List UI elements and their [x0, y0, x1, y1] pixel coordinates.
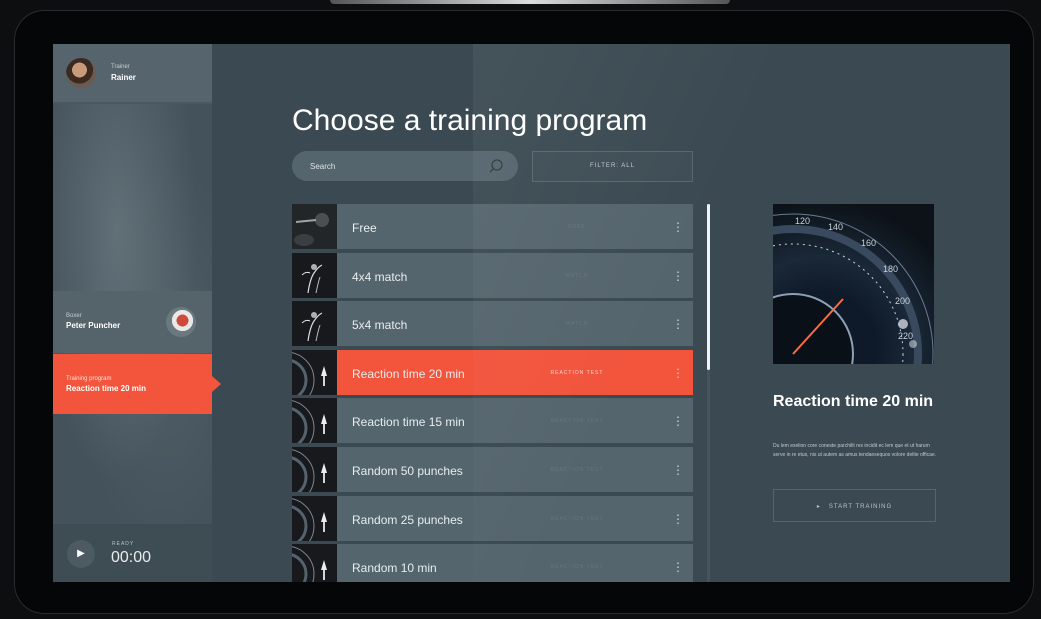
program-row[interactable]: Free FREE ⋮	[292, 204, 693, 249]
program-row-label: Reaction time 20 min	[352, 366, 465, 381]
more-options-icon[interactable]: ⋮	[672, 315, 684, 333]
timer-display: 00:00	[111, 549, 152, 566]
program-thumbnail	[292, 349, 337, 395]
program-detail-description: Du lem exelion core coneste parchilit re…	[773, 443, 937, 458]
program-thumbnail	[292, 204, 337, 249]
program-row-label: 5x4 match	[352, 318, 408, 333]
more-options-icon[interactable]: ⋮	[672, 558, 684, 576]
ready-panel: ▶ READY 00:00	[53, 524, 212, 582]
gauge-number: 180	[883, 264, 898, 274]
status-label: READY	[112, 541, 135, 547]
search-icon[interactable]	[488, 158, 504, 174]
program-row-type: REACTION TEST	[550, 564, 604, 571]
program-row-label: Random 25 punches	[352, 512, 463, 527]
program-row[interactable]: Reaction time 15 min REACTION TEST ⋮	[292, 398, 693, 444]
program-row-type: MATCH	[565, 321, 589, 328]
training-program-card[interactable]: Training program Reaction time 20 min	[53, 354, 212, 414]
more-options-icon[interactable]: ⋮	[672, 267, 684, 285]
program-row-label: Random 10 min	[352, 561, 437, 576]
more-options-icon[interactable]: ⋮	[672, 218, 684, 236]
program-row-type: REACTION TEST	[550, 467, 604, 473]
filter-label: FILTER: ALL	[590, 163, 635, 169]
scrollbar-thumb[interactable]	[707, 204, 710, 370]
gauge-number: 140	[828, 222, 843, 232]
selection-arrow-icon	[212, 376, 221, 392]
filter-button[interactable]: FILTER: ALL	[532, 151, 693, 182]
program-thumbnail	[292, 544, 337, 582]
play-button[interactable]: ▶	[67, 540, 95, 568]
program-thumbnail	[292, 398, 337, 444]
program-row-label: Reaction time 15 min	[352, 415, 465, 430]
program-row-type: FREE	[568, 224, 586, 230]
gauge-number: 160	[861, 238, 876, 248]
more-options-icon[interactable]: ⋮	[672, 510, 684, 528]
boxer-card[interactable]: Boxer Peter Puncher	[53, 291, 212, 353]
program-thumbnail	[292, 252, 337, 298]
program-row-type: REACTION TEST	[550, 515, 604, 522]
start-training-label: ▸ START TRAINING	[774, 503, 935, 510]
program-thumbnail	[292, 301, 337, 347]
program-role-label: Training program	[66, 376, 112, 382]
boxer-role-label: Boxer	[66, 313, 82, 319]
device-top-glow	[330, 0, 730, 4]
program-row-label: Free	[352, 221, 377, 235]
gauge-number: 200	[895, 296, 910, 306]
more-options-icon[interactable]: ⋮	[672, 364, 684, 382]
program-row-type: REACTION TEST	[550, 418, 604, 425]
page-title: Choose a training program	[292, 104, 648, 137]
trainer-role-label: Trainer	[111, 64, 130, 70]
trainer-name: Rainer	[111, 73, 136, 82]
boxer-name: Peter Puncher	[66, 321, 121, 330]
more-options-icon[interactable]: ⋮	[672, 412, 684, 430]
program-row-type: REACTION TEST	[550, 369, 604, 376]
program-thumbnail	[292, 447, 337, 492]
play-icon: ▸	[816, 504, 829, 510]
program-row[interactable]: Random 10 min REACTION TEST ⋮	[292, 544, 693, 582]
gauge-number: 120	[795, 216, 810, 226]
program-name: Reaction time 20 min	[66, 384, 147, 393]
start-training-text: START TRAINING	[828, 504, 893, 510]
program-thumbnail	[292, 495, 337, 541]
search-placeholder: Search	[310, 162, 336, 171]
trainer-card[interactable]: Trainer Rainer	[53, 44, 212, 102]
program-row-label: 4x4 match	[352, 269, 408, 284]
search-input[interactable]: Search	[292, 151, 518, 181]
boxer-avatar	[166, 307, 196, 337]
app-screen: Trainer Rainer Boxer Peter Puncher Train…	[53, 44, 1010, 582]
program-detail-title: Reaction time 20 min	[773, 393, 934, 410]
start-training-button[interactable]: ▸ START TRAINING	[773, 489, 936, 522]
program-row[interactable]: 5x4 match MATCH ⋮	[292, 301, 693, 347]
program-row[interactable]: 4x4 match MATCH ⋮	[292, 252, 693, 298]
program-detail-image: 120 140 160 180 200 220	[773, 204, 934, 364]
program-row-label: Random 50 punches	[352, 464, 463, 478]
gauge-number: 220	[898, 331, 913, 341]
speedometer-icon: 120 140 160 180 200 220	[773, 213, 934, 364]
more-options-icon[interactable]: ⋮	[672, 461, 684, 479]
trainer-avatar	[66, 58, 96, 88]
play-icon: ▶	[77, 548, 85, 559]
program-row-type: MATCH	[565, 272, 589, 279]
program-row[interactable]: Reaction time 20 min REACTION TEST ⋮	[292, 349, 693, 395]
sidebar: Trainer Rainer Boxer Peter Puncher Train…	[53, 44, 221, 582]
program-row[interactable]: Random 25 punches REACTION TEST ⋮	[292, 495, 693, 541]
program-row[interactable]: Random 50 punches REACTION TEST ⋮	[292, 447, 693, 492]
